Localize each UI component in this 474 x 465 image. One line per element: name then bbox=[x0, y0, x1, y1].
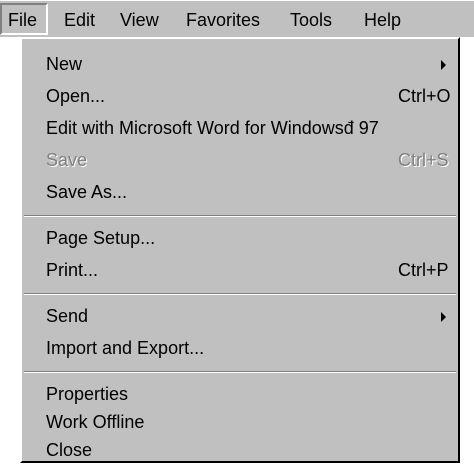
menu-item-print[interactable]: Print... Ctrl+P bbox=[22, 255, 458, 285]
menu-help[interactable]: Help bbox=[364, 10, 401, 30]
menu-item-import-export[interactable]: Import and Export... bbox=[22, 333, 458, 363]
menu-item-label: Work Offline bbox=[46, 412, 145, 432]
menu-item-save: Save Ctrl+S bbox=[22, 145, 458, 175]
menu-file[interactable]: File bbox=[8, 10, 37, 30]
menu-item-work-offline[interactable]: Work Offline bbox=[22, 407, 458, 437]
menu-item-label: Properties bbox=[46, 384, 129, 404]
menu-item-page-setup[interactable]: Page Setup... bbox=[22, 223, 458, 253]
menu-item-label: Save bbox=[46, 150, 88, 170]
menu-item-label: New bbox=[46, 54, 83, 74]
menu-item-label: Close bbox=[46, 440, 93, 460]
menu-item-edit-with-word[interactable]: Edit with Microsoft Word for Windowsđ 97 bbox=[22, 113, 458, 143]
menu-item-close[interactable]: Close bbox=[22, 435, 458, 465]
menu-edit[interactable]: Edit bbox=[64, 10, 95, 30]
menu-tools[interactable]: Tools bbox=[290, 10, 332, 30]
file-dropdown-menu: New Open... Ctrl+O Edit with Microsoft W… bbox=[20, 37, 460, 463]
menu-separator bbox=[24, 371, 456, 373]
menu-item-shortcut: Ctrl+O bbox=[398, 86, 451, 106]
menu-item-label: Send bbox=[46, 306, 89, 326]
menu-item-shortcut: Ctrl+S bbox=[398, 150, 449, 170]
menu-item-save-as[interactable]: Save As... bbox=[22, 177, 458, 207]
menu-item-label: Import and Export... bbox=[46, 338, 205, 358]
menu-item-label: Open... bbox=[46, 86, 106, 106]
menu-bar: File Edit View Favorites Tools Help bbox=[0, 0, 474, 37]
menu-item-properties[interactable]: Properties bbox=[22, 379, 458, 409]
menu-item-new[interactable]: New bbox=[22, 49, 458, 79]
menu-view[interactable]: View bbox=[120, 10, 159, 30]
submenu-arrow-icon bbox=[441, 60, 446, 70]
menu-item-label: Save As... bbox=[46, 182, 128, 202]
menu-item-open[interactable]: Open... Ctrl+O bbox=[22, 81, 458, 111]
menu-item-label: Page Setup... bbox=[46, 228, 156, 248]
menu-item-send[interactable]: Send bbox=[22, 301, 458, 331]
menu-item-label: Edit with Microsoft Word for Windowsđ 97 bbox=[46, 118, 379, 138]
menu-favorites[interactable]: Favorites bbox=[186, 10, 260, 30]
submenu-arrow-icon bbox=[441, 312, 446, 322]
menu-separator bbox=[24, 215, 456, 217]
menu-item-label: Print... bbox=[46, 260, 99, 280]
menu-item-shortcut: Ctrl+P bbox=[398, 260, 449, 280]
menu-separator bbox=[24, 293, 456, 295]
